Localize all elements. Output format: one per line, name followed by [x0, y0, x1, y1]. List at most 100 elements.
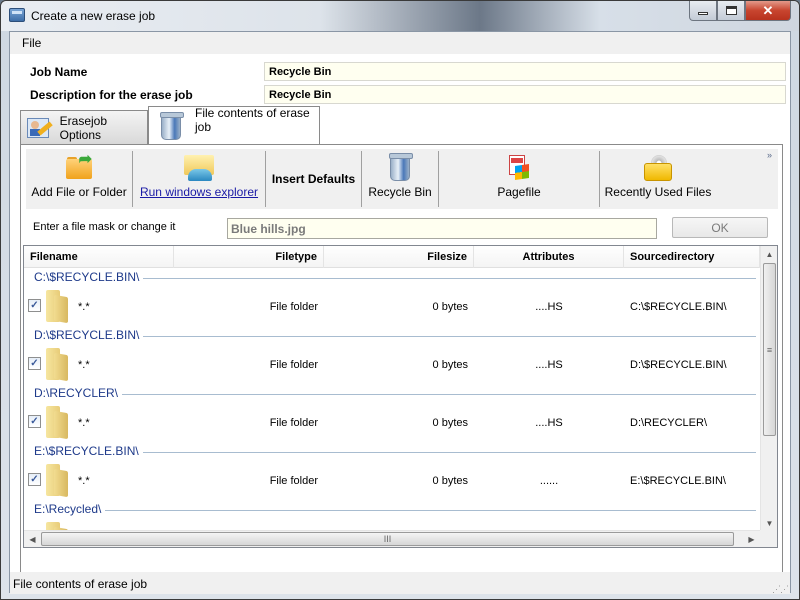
- status-bar: File contents of erase job ⋰⋰: [10, 572, 790, 594]
- list-body: C:\$RECYCLE.BIN\ ✓ *.* File folder 0 byt…: [24, 268, 760, 532]
- group-title[interactable]: D:\$RECYCLE.BIN\: [34, 328, 144, 342]
- recently-used-files-button[interactable]: Recently Used Files: [600, 149, 716, 209]
- pagefile-button[interactable]: Pagefile: [439, 149, 599, 209]
- scrollbar-corner: [760, 530, 777, 547]
- recycle-bin-button[interactable]: Recycle Bin: [362, 149, 438, 209]
- horizontal-scrollbar[interactable]: ◀ III ▶: [24, 530, 760, 547]
- cell-source: C:\$RECYCLE.BIN\: [630, 301, 727, 313]
- tab-label: Erasejob Options: [59, 113, 108, 142]
- minimize-icon: [698, 12, 708, 15]
- status-text: File contents of erase job: [13, 577, 148, 591]
- list-group: D:\$RECYCLE.BIN\ ✓ *.* File folder 0 byt…: [24, 326, 760, 384]
- column-filetype[interactable]: Filetype: [174, 246, 324, 268]
- file-mask-input[interactable]: [227, 218, 657, 239]
- row-checkbox[interactable]: ✓: [28, 473, 41, 486]
- close-button[interactable]: ✕: [745, 1, 791, 21]
- description-input[interactable]: [264, 85, 786, 104]
- table-row[interactable]: ✓ *.* File folder 0 bytes ...... E:\$REC…: [24, 460, 760, 500]
- group-title[interactable]: E:\Recycled\: [34, 502, 106, 516]
- list-header: Filename Filetype Filesize Attributes So…: [24, 246, 760, 268]
- minimize-button[interactable]: [689, 1, 717, 21]
- button-label: Run windows explorer: [139, 185, 259, 199]
- resize-grip-icon[interactable]: ⋰⋰: [772, 585, 789, 594]
- caption-buttons: ✕: [689, 1, 791, 21]
- maximize-icon: [725, 6, 737, 15]
- description-label: Description for the erase job: [30, 88, 193, 102]
- cell-filetype: File folder: [269, 359, 318, 371]
- file-list: Filename Filetype Filesize Attributes So…: [23, 245, 778, 548]
- group-divider: [34, 394, 756, 395]
- button-label: Insert Defaults: [271, 172, 356, 186]
- tab-label: File contents of erase job: [195, 105, 310, 134]
- erasejob-options-icon: [27, 116, 53, 140]
- menu-bar: File: [10, 32, 790, 54]
- group-title[interactable]: E:\$RECYCLE.BIN\: [34, 444, 143, 458]
- button-label: Recycle Bin: [368, 185, 432, 199]
- folder-icon: [46, 464, 68, 498]
- cell-filename: *.*: [78, 359, 90, 371]
- vertical-scrollbar[interactable]: ▲ ≡ ▼: [760, 246, 777, 532]
- table-row[interactable]: ✓ *.* File folder 0 bytes ....HS C:\$REC…: [24, 286, 760, 326]
- client-area: File Job Name Description for the erase …: [9, 31, 791, 594]
- group-title[interactable]: C:\$RECYCLE.BIN\: [34, 270, 144, 284]
- ok-button[interactable]: OK: [672, 217, 768, 238]
- vertical-scroll-thumb[interactable]: ≡: [763, 263, 776, 436]
- column-sourcedirectory[interactable]: Sourcedirectory: [624, 246, 760, 268]
- run-windows-explorer-button[interactable]: Run windows explorer: [133, 149, 265, 209]
- erase-job-window: Create a new erase job ✕ File Job Name D…: [0, 0, 800, 600]
- pagefile-icon: [507, 155, 531, 181]
- cell-filename: *.*: [78, 417, 90, 429]
- file-mask-label: Enter a file mask or change it: [33, 221, 176, 233]
- group-divider: [34, 510, 756, 511]
- cell-filesize: 0 bytes: [432, 475, 468, 487]
- column-filename[interactable]: Filename: [24, 246, 174, 268]
- horizontal-scroll-thumb[interactable]: III: [41, 532, 734, 546]
- button-label: Pagefile: [497, 185, 541, 199]
- cell-filetype: File folder: [269, 417, 318, 429]
- cell-filename: *.*: [78, 475, 90, 487]
- job-name-input[interactable]: [264, 62, 786, 81]
- scroll-right-icon[interactable]: ▶: [743, 531, 760, 547]
- menu-file[interactable]: File: [22, 36, 41, 50]
- file-contents-panel: ➦ Add File or Folder Run windows explore…: [20, 144, 783, 576]
- recent-files-icon: [644, 155, 672, 181]
- cell-source: D:\RECYCLER\: [630, 417, 708, 429]
- add-folder-icon: ➦: [66, 151, 92, 179]
- list-group: E:\$RECYCLE.BIN\ ✓ *.* File folder 0 byt…: [24, 442, 760, 500]
- list-group: C:\$RECYCLE.BIN\ ✓ *.* File folder 0 byt…: [24, 268, 760, 326]
- group-title[interactable]: D:\RECYCLER\: [34, 386, 123, 400]
- tab-erasejob-options[interactable]: Erasejob Options: [20, 110, 148, 144]
- scroll-left-icon[interactable]: ◀: [24, 531, 41, 547]
- row-checkbox[interactable]: ✓: [28, 357, 41, 370]
- folder-icon: [46, 406, 68, 440]
- column-attributes[interactable]: Attributes: [474, 246, 624, 268]
- title-bar[interactable]: Create a new erase job ✕: [1, 1, 799, 31]
- table-row[interactable]: ✓ *.* File folder 0 bytes ....HS D:\$REC…: [24, 344, 760, 384]
- job-name-label: Job Name: [30, 65, 88, 79]
- table-row[interactable]: ✓ *.* File folder 0 bytes ....HS D:\RECY…: [24, 402, 760, 442]
- app-icon: [9, 8, 25, 22]
- windows-explorer-icon: [184, 155, 214, 183]
- cell-filetype: File folder: [269, 475, 318, 487]
- insert-defaults-button[interactable]: Insert Defaults: [266, 149, 361, 209]
- cell-attributes: ....HS: [535, 301, 563, 313]
- row-checkbox[interactable]: ✓: [28, 415, 41, 428]
- column-filesize[interactable]: Filesize: [324, 246, 474, 268]
- toolbar-overflow-chevron-icon[interactable]: »: [767, 150, 772, 160]
- maximize-button[interactable]: [717, 1, 745, 21]
- button-label: Add File or Folder: [31, 185, 127, 199]
- window-title: Create a new erase job: [31, 9, 156, 23]
- cell-filename: *.*: [78, 301, 90, 313]
- add-file-or-folder-button[interactable]: ➦ Add File or Folder: [26, 149, 132, 209]
- cell-filesize: 0 bytes: [432, 359, 468, 371]
- cell-filesize: 0 bytes: [432, 417, 468, 429]
- folder-icon: [46, 348, 68, 382]
- cell-attributes: ......: [539, 475, 559, 487]
- tab-file-contents[interactable]: File contents of erase job: [148, 106, 320, 144]
- folder-icon: [46, 290, 68, 324]
- row-checkbox[interactable]: ✓: [28, 299, 41, 312]
- close-icon: ✕: [762, 2, 774, 18]
- recycle-bin-icon: [160, 111, 184, 140]
- cell-attributes: ....HS: [535, 417, 563, 429]
- scroll-up-icon[interactable]: ▲: [761, 246, 777, 263]
